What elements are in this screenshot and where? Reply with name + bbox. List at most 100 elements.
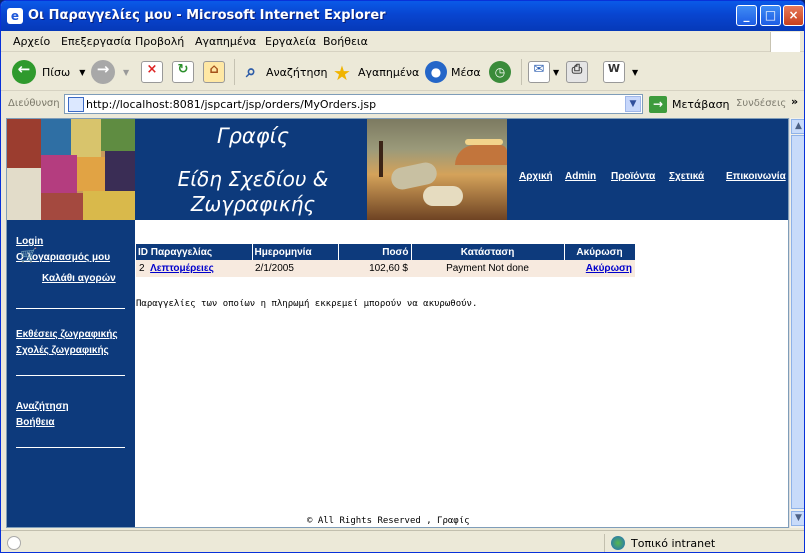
sidebar-exhibitions[interactable]: Εκθέσεις ζωγραφικής	[16, 329, 118, 340]
go-button[interactable]: → Μετάβαση	[649, 96, 730, 113]
windows-logo	[770, 32, 800, 52]
page-content: Γραφίς Είδη Σχεδίου & Ζωγραφικής Αρχική …	[6, 118, 789, 528]
scroll-thumb[interactable]	[791, 135, 804, 509]
order-id: 2	[139, 263, 145, 274]
scroll-down-icon[interactable]: ▼	[791, 511, 804, 526]
menu-help[interactable]: Βοήθεια	[323, 35, 368, 48]
menu-tools[interactable]: Εργαλεία	[265, 35, 316, 48]
home-button[interactable]: ⌂	[203, 58, 225, 86]
print-button[interactable]: ⎙	[566, 58, 588, 86]
orders-table: ID Παραγγελίας Ημερομηνία Ποσό Κατάσταση…	[136, 244, 636, 277]
favorites-label: Αγαπημένα	[358, 65, 420, 79]
security-zone: Τοπικό intranet	[604, 534, 802, 552]
page-icon	[68, 97, 84, 112]
edit-button[interactable]: W ▼	[603, 58, 638, 86]
menu-edit[interactable]: Επεξεργασία	[61, 35, 131, 48]
minimize-button[interactable]: _	[736, 5, 757, 26]
back-label: Πίσω	[42, 65, 71, 79]
forward-button[interactable]: → ▼	[91, 58, 129, 86]
nav-contact[interactable]: Επικοινωνία	[726, 171, 786, 182]
mail-button[interactable]: ✉ ▼	[528, 58, 559, 86]
star-icon: ★	[333, 61, 351, 85]
cart-icon: 🛒	[20, 248, 38, 264]
home-icon: ⌂	[203, 61, 225, 83]
close-button[interactable]: ×	[783, 5, 804, 26]
scroll-up-icon[interactable]: ▲	[791, 119, 804, 134]
sidebar-divider	[16, 375, 125, 376]
dali-painting-image	[367, 119, 507, 220]
title-bar[interactable]: e Οι Παραγγελίες μου - Microsoft Interne…	[1, 1, 804, 31]
maximize-button[interactable]: □	[760, 5, 781, 26]
forward-dropdown-icon[interactable]: ▼	[123, 68, 129, 77]
site-subtitle: Είδη Σχεδίου & Ζωγραφικής	[177, 167, 329, 216]
window-title: Οι Παραγγελίες μου - Microsoft Internet …	[28, 8, 386, 23]
sidebar: Login Ο λογαριασμός μου 🛒 Καλάθι αγορών …	[7, 220, 135, 527]
refresh-icon: ↻	[172, 61, 194, 83]
search-label: Αναζήτηση	[266, 65, 328, 79]
header-cancel: Ακύρωση	[564, 244, 636, 260]
ie-icon: e	[7, 8, 23, 24]
address-input[interactable]: http://localhost:8081/jspcart/jsp/orders…	[64, 94, 643, 114]
favorites-button[interactable]: ★ Αγαπημένα	[331, 58, 419, 86]
menu-favorites[interactable]: Αγαπημένα	[195, 35, 256, 48]
toolbar: ← Πίσω ▼ → ▼ × ↻ ⌂ ⌕ Αναζήτηση ★ Αγαπημέ…	[1, 53, 804, 91]
media-button[interactable]: ● Μέσα	[425, 58, 481, 86]
sidebar-login[interactable]: Login	[16, 236, 43, 247]
browser-window: e Οι Παραγγελίες μου - Microsoft Interne…	[0, 0, 805, 553]
header-date: Ημερομηνία	[252, 244, 339, 260]
table-row: 2 Λεπτομέρειες 2/1/2005 102,60 $ Payment…	[136, 260, 635, 277]
order-date: 2/1/2005	[252, 260, 338, 277]
mail-icon: ✉	[528, 61, 550, 83]
address-bar: Διεύθυνση http://localhost:8081/jspcart/…	[1, 92, 804, 116]
address-url[interactable]: http://localhost:8081/jspcart/jsp/orders…	[86, 98, 376, 111]
sidebar-help[interactable]: Βοήθεια	[16, 417, 55, 428]
sidebar-cart[interactable]: Καλάθι αγορών	[42, 273, 116, 284]
stop-icon: ×	[141, 61, 163, 83]
art-collage-image	[7, 119, 135, 220]
menu-bar: Αρχείο Επεξεργασία Προβολή Αγαπημένα Εργ…	[1, 31, 804, 52]
sidebar-divider	[16, 308, 125, 309]
nav-products[interactable]: Προϊόντα	[611, 171, 655, 182]
menu-view[interactable]: Προβολή	[135, 35, 184, 48]
edit-dropdown-icon[interactable]: ▼	[632, 68, 638, 77]
history-button[interactable]: ◷	[489, 58, 511, 86]
details-link[interactable]: Λεπτομέρειες	[150, 263, 214, 274]
cancel-link[interactable]: Ακύρωση	[586, 263, 632, 274]
header-status: Κατάσταση	[411, 244, 565, 260]
links-chevron-icon[interactable]: »	[791, 95, 798, 108]
refresh-button[interactable]: ↻	[172, 58, 194, 86]
order-cancel-cell: Ακύρωση	[564, 260, 635, 277]
footer-text: © All Rights Reserved , Γραφίς	[307, 516, 470, 526]
zone-label: Τοπικό intranet	[631, 536, 716, 550]
page-loaded-icon	[7, 536, 21, 550]
back-icon: ←	[12, 60, 36, 84]
order-id-cell: 2 Λεπτομέρειες	[136, 260, 252, 277]
print-icon: ⎙	[566, 61, 588, 83]
sidebar-divider	[16, 447, 125, 448]
site-title: Γραφίς	[216, 124, 290, 148]
nav-home[interactable]: Αρχική	[519, 171, 553, 182]
vertical-scrollbar[interactable]: ▲ ▼	[789, 118, 804, 528]
go-label: Μετάβαση	[672, 98, 730, 111]
site-header: Γραφίς Είδη Σχεδίου & Ζωγραφικής Αρχική …	[7, 119, 788, 220]
back-dropdown-icon[interactable]: ▼	[79, 68, 85, 77]
nav-admin[interactable]: Admin	[565, 171, 596, 182]
back-button[interactable]: ← Πίσω ▼	[12, 58, 85, 86]
go-arrow-icon: →	[649, 96, 667, 113]
media-icon: ●	[425, 61, 447, 83]
address-dropdown-icon[interactable]: ▼	[625, 96, 641, 112]
header-order-id: ID Παραγγελίας	[136, 244, 253, 260]
sidebar-search[interactable]: Αναζήτηση	[16, 401, 69, 412]
toolbar-separator	[234, 59, 235, 85]
nav-about[interactable]: Σχετικά	[669, 171, 704, 182]
links-label[interactable]: Συνδέσεις	[736, 98, 786, 109]
search-button[interactable]: ⌕ Αναζήτηση	[240, 58, 327, 86]
menu-file[interactable]: Αρχείο	[13, 35, 50, 48]
sidebar-schools[interactable]: Σχολές ζωγραφικής	[16, 345, 109, 356]
order-status: Payment Not done	[411, 260, 564, 277]
edit-icon: W	[603, 61, 625, 83]
header-amount: Ποσό	[338, 244, 412, 260]
mail-dropdown-icon[interactable]: ▼	[553, 68, 559, 77]
status-bar: Τοπικό intranet	[1, 530, 804, 552]
stop-button[interactable]: ×	[141, 58, 163, 86]
